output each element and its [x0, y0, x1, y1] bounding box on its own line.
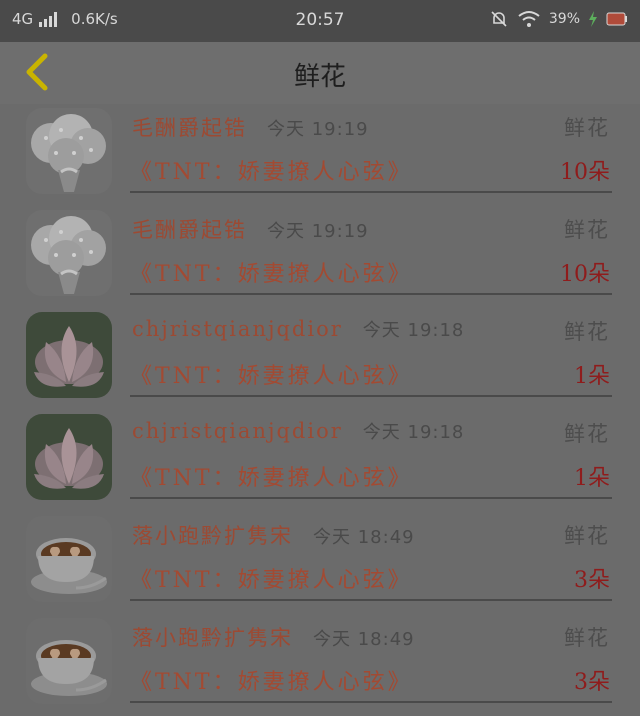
pink-lotus-image: [26, 414, 112, 500]
sender-label: 落小跑黔扩隽宋: [132, 626, 293, 650]
gift-category: 鲜花: [564, 320, 610, 344]
gift-time: 今天 19:18: [362, 320, 465, 341]
gift-time: 今天 19:19: [267, 119, 369, 140]
gift-list: 毛酬爵起锆 今天 19:19 鲜花 《TNT：娇妻撩人心弦》 10朵 毛酬爵起锆今…: [0, 104, 640, 716]
gift-quantity: 10朵: [560, 262, 610, 287]
divider: [130, 701, 612, 703]
avatar: [26, 312, 112, 398]
sender-label: 毛酬爵起锆: [132, 218, 247, 242]
charging-icon: [589, 11, 597, 27]
sender-name: 毛酬爵起锆 今天 19:19: [132, 112, 369, 142]
page-title: 鲜花: [293, 62, 346, 92]
wifi-icon: [518, 11, 540, 27]
list-item[interactable]: chjristqianjqdior 今天 19:18 鲜花 《TNT：娇妻撩人心弦…: [0, 410, 640, 512]
pink-lotus-image: [26, 312, 112, 398]
avatar: [26, 516, 112, 602]
gift-category: 鲜花: [564, 422, 610, 446]
gift-quantity: 10朵: [560, 160, 610, 185]
sender-label: chjristqianjqdior: [132, 317, 343, 341]
list-item[interactable]: 落小跑黔扩隽宋 今天 18:49 鲜花 《TNT：娇妻撩人心弦》 3朵: [0, 614, 640, 716]
gift-message: 《TNT：娇妻撩人心弦》: [130, 262, 413, 287]
gift-time: 今天 19:18: [362, 422, 465, 443]
sender-label: 毛酬爵起锆: [132, 116, 247, 140]
avatar: [26, 210, 112, 296]
sender-name: 落小跑黔扩隽宋 今天 18:49: [132, 622, 415, 652]
avatar: [26, 108, 112, 194]
gift-message: 《TNT：娇妻撩人心弦》: [130, 364, 413, 389]
sender-name: 落小跑黔扩隽宋 今天 18:49: [132, 520, 415, 550]
divider: [130, 599, 612, 601]
status-bar: 4G 0.6K/s 20:57 39%: [0, 0, 640, 42]
battery-icon: [606, 12, 627, 26]
sender-label: 落小跑黔扩隽宋: [132, 524, 293, 548]
gift-category: 鲜花: [564, 524, 610, 548]
gift-category: 鲜花: [564, 218, 610, 242]
list-item[interactable]: 落小跑黔扩隽宋 今天 18:49 鲜花 《TNT：娇妻撩人心弦》 3朵: [0, 512, 640, 614]
header: 鲜花: [0, 42, 640, 104]
latte-heart-cup-image: [26, 516, 112, 602]
gift-time: 今天 19:19: [267, 221, 369, 242]
sender-name: chjristqianjqdior 今天 19:18: [132, 316, 464, 342]
babys-breath-bouquet-image: [26, 108, 112, 194]
divider: [130, 497, 612, 499]
gift-category: 鲜花: [564, 626, 610, 650]
gift-quantity: 1朵: [574, 364, 610, 389]
mute-bell-icon: [491, 11, 507, 27]
divider: [130, 191, 612, 193]
gift-time: 今天 18:49: [313, 629, 415, 650]
status-right: 39%: [489, 9, 628, 29]
latte-heart-cup-image: [26, 618, 112, 704]
gift-quantity: 3朵: [574, 670, 610, 695]
list-item[interactable]: 毛酬爵起锆 今天 19:19 鲜花 《TNT：娇妻撩人心弦》 10朵: [0, 206, 640, 308]
sender-label: chjristqianjqdior: [132, 419, 343, 443]
divider: [130, 395, 612, 397]
gift-quantity: 3朵: [574, 568, 610, 593]
battery-percent: 39%: [548, 11, 580, 27]
sender-name: 毛酬爵起锆 今天 19:19: [132, 214, 369, 244]
gift-message: 《TNT：娇妻撩人心弦》: [130, 466, 413, 491]
avatar: [26, 618, 112, 704]
gift-time: 今天 18:49: [313, 527, 415, 548]
sender-name: chjristqianjqdior 今天 19:18: [132, 418, 464, 444]
avatar: [26, 414, 112, 500]
gift-message: 《TNT：娇妻撩人心弦》: [130, 568, 413, 593]
gift-message: 《TNT：娇妻撩人心弦》: [130, 670, 413, 695]
list-item[interactable]: 毛酬爵起锆 今天 19:19 鲜花 《TNT：娇妻撩人心弦》 10朵: [0, 104, 640, 206]
gift-message: 《TNT：娇妻撩人心弦》: [130, 160, 413, 185]
gift-quantity: 1朵: [574, 466, 610, 491]
babys-breath-bouquet-image: [26, 210, 112, 296]
gift-category: 鲜花: [564, 116, 610, 140]
list-item[interactable]: chjristqianjqdior 今天 19:18 鲜花 《TNT：娇妻撩人心弦…: [0, 308, 640, 410]
divider: [130, 293, 612, 295]
